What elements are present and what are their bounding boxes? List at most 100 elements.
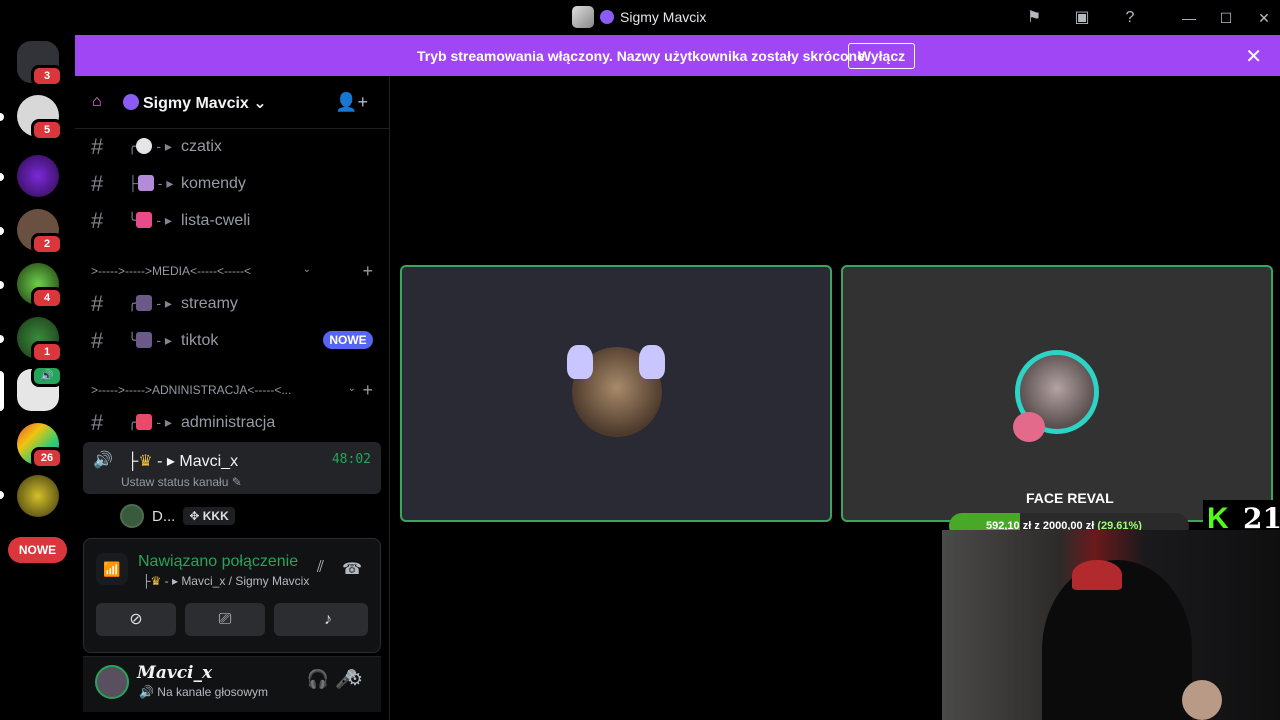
username[interactable]: Mavci_x <box>137 663 212 683</box>
invite-icon[interactable]: 👤+ <box>335 92 368 113</box>
channel-tiktok[interactable]: # ╰ - ▸ tiktok NOWE <box>83 323 381 357</box>
channel-label: czatix <box>181 138 222 155</box>
screen-share-button[interactable]: ⎚ <box>185 603 265 636</box>
server-rail: 3 5 2 4 1 🔊 26 NOWE <box>0 35 75 720</box>
window-title-text: Sigmy Mavcix <box>620 9 707 25</box>
server-icon[interactable]: 2 <box>17 209 63 255</box>
voice-active-icon: 🔊 <box>31 365 63 387</box>
donut-decoration <box>1013 412 1045 442</box>
channel-label: streamy <box>181 295 238 312</box>
close-icon[interactable]: ✕ <box>1245 44 1262 69</box>
webcam-hand <box>1182 680 1222 720</box>
window-title: Sigmy Mavcix <box>572 6 706 28</box>
server-thumbnail <box>572 6 594 28</box>
home-icon: ⌂ <box>92 93 102 110</box>
voice-member[interactable]: D... ✥ KKK <box>120 503 235 529</box>
channel-administracja[interactable]: # ╭ - ▸ administracja <box>83 405 381 439</box>
demon-icon <box>123 94 139 110</box>
inbox-icon[interactable]: ▣ <box>1072 8 1092 28</box>
demon-icon <box>600 10 614 24</box>
server-name[interactable]: Sigmy Mavcix ⌄ <box>123 93 267 113</box>
help-icon[interactable]: ? <box>1120 8 1140 28</box>
connection-location[interactable]: ├♛ - ▸ Mavci_x / Sigmy Mavcix <box>142 574 309 588</box>
disconnect-icon[interactable]: ☎ <box>342 559 362 579</box>
noise-suppression-icon[interactable]: ⫽ <box>317 559 324 577</box>
channel-czatix[interactable]: # ╭ - ▸ czatix <box>83 129 381 163</box>
headphones-icon[interactable]: 🎧 <box>307 669 329 690</box>
channel-komendy[interactable]: # ├ - ▸ komendy <box>83 166 381 200</box>
category-administracja[interactable]: >----->----->ADNINISTRACJA<-----<... ⌄ + <box>91 380 381 400</box>
channel-label: administracja <box>181 414 276 431</box>
maximize-button[interactable]: ☐ <box>1216 8 1236 28</box>
disable-streamer-mode-button[interactable]: Wyłącz <box>848 43 915 69</box>
chevron-down-icon: ⌄ <box>347 383 356 394</box>
hash-icon: # <box>91 328 104 353</box>
server-badge: 1 <box>31 341 63 363</box>
server-icon[interactable]: 26 <box>17 423 63 469</box>
channel-lista-cweli[interactable]: # ╰ - ▸ lista-cweli <box>83 203 381 237</box>
channel-status[interactable]: Ustaw status kanału ✎ <box>121 475 242 489</box>
channel-decoration: ╭ - ▸ <box>128 295 172 311</box>
server-icon-zakon[interactable] <box>17 155 59 197</box>
voice-timer: 48:02 <box>331 452 371 467</box>
channel-streamy[interactable]: # ╭ - ▸ streamy <box>83 286 381 320</box>
goal-title: FACE REVAL <box>1026 490 1114 506</box>
hash-icon: # <box>91 134 104 159</box>
avatar[interactable] <box>95 665 129 699</box>
channel-decoration: ╰ - ▸ <box>128 332 172 348</box>
video-tile[interactable] <box>400 265 832 522</box>
channel-label: komendy <box>181 175 246 192</box>
channel-decoration: ╰ - ▸ <box>128 212 172 228</box>
dm-badge: 3 <box>31 65 63 87</box>
banner-message: Tryb streamowania włączony. Nazwy użytko… <box>417 48 869 64</box>
member-tag: ✥ KKK <box>183 507 235 525</box>
channel-label: lista-cweli <box>181 212 251 229</box>
channel-label: tiktok <box>181 332 219 349</box>
flag-icon[interactable]: ⚑ <box>1024 8 1044 28</box>
signal-icon[interactable]: 📶 <box>96 553 128 585</box>
new-servers-pill[interactable]: NOWE <box>8 537 67 563</box>
direct-messages-button[interactable]: 3 <box>17 41 63 87</box>
server-header[interactable]: ⌂ Sigmy Mavcix ⌄ 👤+ <box>75 76 390 129</box>
voice-channel-mavci[interactable]: 🔊 ├♛ - ▸ Mavci_x 48:02 Ustaw status kana… <box>83 442 381 494</box>
category-label: >----->----->MEDIA<-----<-----< <box>91 264 251 278</box>
webcam-hat <box>1072 560 1122 590</box>
close-window-button[interactable]: ✕ <box>1254 8 1274 28</box>
add-channel-icon[interactable]: + <box>362 261 373 282</box>
voice-connection-panel: 📶 Nawiązano połączenie ├♛ - ▸ Mavci_x / … <box>83 538 381 653</box>
new-badge: NOWE <box>323 331 373 349</box>
channel-sidebar: ⌂ Sigmy Mavcix ⌄ 👤+ # ╭ - ▸ czatix # ├ -… <box>75 76 390 720</box>
hash-icon: # <box>91 171 104 196</box>
server-icon[interactable] <box>17 475 59 517</box>
gear-icon[interactable]: ⚙ <box>347 669 363 690</box>
server-badge: 2 <box>31 233 63 255</box>
channel-decoration: ╭ - ▸ <box>128 138 172 154</box>
voice-channel-label: ├♛ - ▸ Mavci_x <box>127 453 239 470</box>
add-channel-icon[interactable]: + <box>362 380 373 401</box>
minimize-button[interactable]: — <box>1179 8 1199 28</box>
speaker-icon: 🔊 <box>93 452 113 469</box>
mascot-decoration <box>639 345 665 379</box>
member-name: D... <box>152 507 176 525</box>
server-icon[interactable]: 4 <box>17 263 63 309</box>
user-status: 🔊 Na kanale głosowym <box>139 685 269 699</box>
server-badge: 5 <box>31 119 63 141</box>
server-icon-active[interactable]: 🔊 <box>17 365 63 411</box>
mascot-decoration <box>567 345 593 379</box>
server-icon[interactable]: 1 <box>17 317 63 363</box>
title-bar: Sigmy Mavcix ⚑ ▣ ? — ☐ ✕ <box>0 0 1280 35</box>
webcam-feed <box>942 530 1280 720</box>
hash-icon: # <box>91 410 104 435</box>
channel-decoration: ├ - ▸ <box>128 175 174 191</box>
user-panel: Mavci_x 🔊 Na kanale głosowym 🎤 🎧 ⚙ <box>83 656 381 712</box>
server-icon[interactable]: 5 <box>17 95 63 141</box>
soundboard-button[interactable]: ♪ <box>288 603 368 636</box>
category-media[interactable]: >----->----->MEDIA<-----<-----< ⌄ + <box>91 261 381 281</box>
connection-status: Nawiązano połączenie <box>138 553 299 570</box>
chevron-down-icon: ⌄ <box>302 264 311 275</box>
video-tile[interactable] <box>841 265 1273 522</box>
hash-icon: # <box>91 208 104 233</box>
camera-off-button[interactable]: ⊘ <box>96 603 176 636</box>
category-label: >----->----->ADNINISTRACJA<-----<... <box>91 383 292 397</box>
hash-icon: # <box>91 291 104 316</box>
